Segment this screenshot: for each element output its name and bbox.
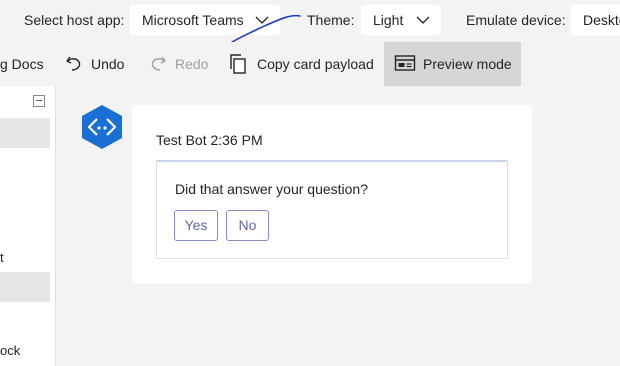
host-settings-bar: Select host app: Microsoft Teams Theme: …	[0, 0, 620, 42]
emulate-device-dropdown[interactable]: Deskto	[571, 5, 620, 35]
copy-card-payload-label: Copy card payload	[257, 56, 374, 72]
host-app-label: Select host app:	[24, 12, 125, 28]
docs-label: g Docs	[0, 56, 44, 72]
preview-mode-icon	[394, 55, 416, 71]
adaptive-card: Did that answer your question? Yes No	[156, 160, 508, 259]
yes-button[interactable]: Yes	[174, 210, 218, 241]
card-question-text: Did that answer your question?	[175, 181, 368, 197]
bot-name-timestamp: Test Bot 2:36 PM	[156, 132, 263, 148]
toolbar: g Docs Undo Redo Copy card payload Previ…	[0, 42, 620, 86]
tree-item-selected[interactable]	[0, 118, 50, 148]
bot-message: Test Bot 2:36 PM Did that answer your qu…	[132, 105, 532, 283]
emulate-device-value: Deskto	[583, 12, 620, 28]
bot-avatar-icon	[82, 105, 122, 149]
chevron-down-icon	[255, 16, 269, 24]
theme-value: Light	[373, 12, 404, 28]
redo-button[interactable]: Redo	[142, 42, 214, 86]
undo-icon	[66, 56, 81, 71]
preview-mode-label: Preview mode	[423, 56, 512, 72]
copy-icon	[230, 54, 246, 74]
emulate-device-label: Emulate device:	[466, 12, 566, 28]
tree-item-label[interactable]: ock	[0, 343, 20, 358]
redo-label: Redo	[175, 56, 209, 72]
card-structure-pane: t ock	[0, 86, 56, 366]
theme-label: Theme:	[307, 12, 355, 28]
copy-card-payload-button[interactable]: Copy card payload	[222, 42, 380, 86]
undo-label: Undo	[91, 56, 125, 72]
no-button[interactable]: No	[226, 210, 269, 241]
chevron-down-icon	[416, 16, 430, 24]
tree-item-highlight[interactable]	[0, 272, 50, 302]
redo-icon	[151, 56, 166, 71]
tree-item-label[interactable]: t	[0, 250, 4, 265]
preview-mode-button[interactable]: Preview mode	[384, 42, 521, 86]
collapse-icon[interactable]	[33, 95, 45, 107]
docs-button[interactable]: g Docs	[0, 42, 48, 86]
theme-dropdown[interactable]: Light	[361, 5, 441, 35]
host-app-value: Microsoft Teams	[142, 12, 244, 28]
undo-button[interactable]: Undo	[58, 42, 134, 86]
host-app-dropdown[interactable]: Microsoft Teams	[130, 5, 280, 35]
